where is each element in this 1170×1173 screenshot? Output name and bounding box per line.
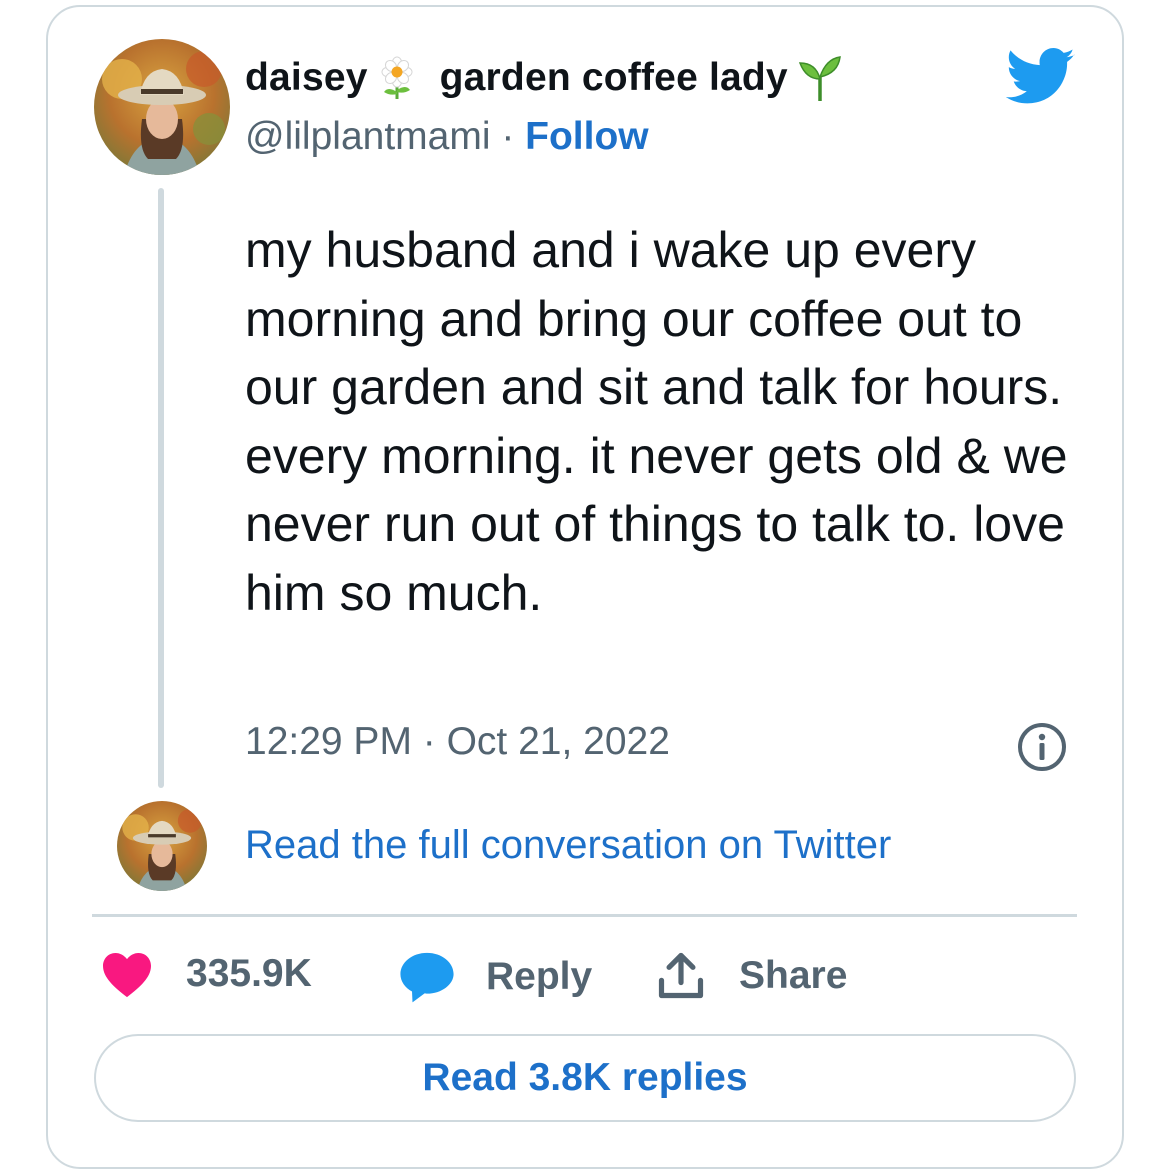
daisy-flower-icon [376,56,418,100]
thread-line [158,188,164,788]
author-name-part2: garden coffee lady [439,56,788,99]
divider [92,914,1077,917]
heart-icon [103,953,151,998]
follow-link[interactable]: Follow [525,115,648,158]
author-handle[interactable]: @lilplantmami [245,115,490,158]
share-button[interactable]: Share [655,950,847,1002]
author-name-part1: daisey [245,56,368,99]
read-replies-label: Read 3.8K replies [422,1056,748,1099]
like-count: 335.9K [186,952,312,995]
author-handle-row: @lilplantmami · Follow [245,115,649,159]
share-upload-icon [658,952,704,999]
read-conversation-link[interactable]: Read the full conversation on Twitter [245,823,891,868]
reply-button[interactable]: Reply [398,950,592,1004]
author-avatar-small [117,801,207,891]
like-button[interactable]: 335.9K [100,950,312,998]
twitter-bird-icon[interactable] [1005,48,1076,106]
author-display-name[interactable]: daisey garden coffee lady [245,55,842,101]
seedling-icon [798,55,842,101]
reply-label: Reply [486,955,593,998]
info-icon[interactable] [1016,721,1068,773]
tweet-timestamp[interactable]: 12:29 PM · Oct 21, 2022 [245,720,670,764]
share-label: Share [739,954,848,997]
handle-separator: · [490,115,526,158]
read-replies-button[interactable]: Read 3.8K replies [94,1034,1076,1122]
reply-bubble-icon [400,952,454,1003]
tweet-text: my husband and i wake up every morning a… [245,222,1068,621]
author-avatar[interactable] [94,39,230,175]
